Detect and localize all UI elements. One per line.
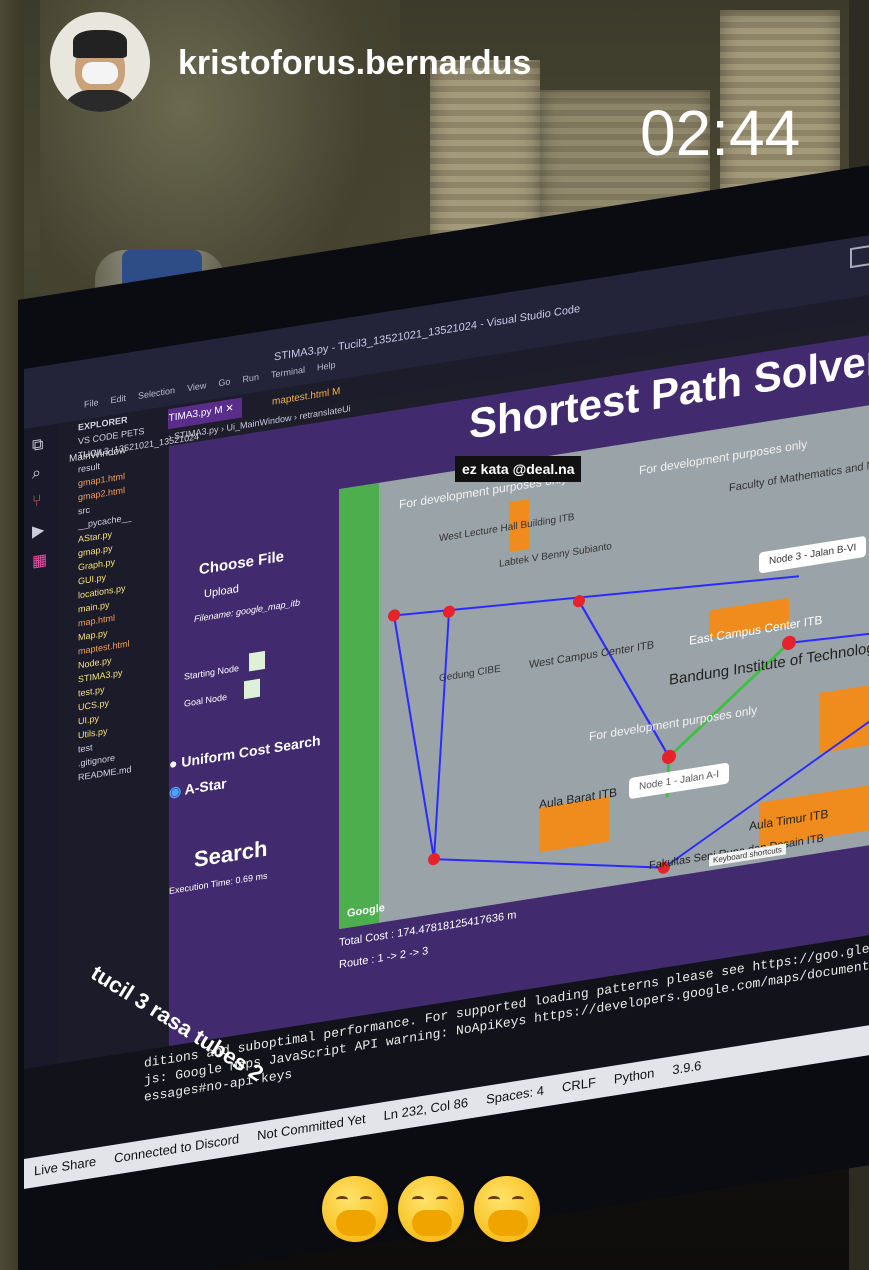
starting-node-label: Starting Node — [184, 662, 240, 682]
menu-item[interactable]: File — [84, 397, 99, 409]
starting-node-input[interactable] — [249, 650, 265, 672]
graph-edge — [578, 600, 670, 758]
files-icon[interactable]: ⧉ — [32, 435, 50, 456]
close-icon[interactable]: ✕ — [225, 403, 233, 415]
run-debug-icon[interactable]: ▶ — [32, 519, 50, 542]
mention-sticker[interactable]: ez kata @deal.na — [455, 456, 582, 482]
status-item[interactable]: CRLF — [562, 1074, 596, 1094]
ucs-radio[interactable]: ● Uniform Cost Search — [169, 732, 321, 772]
story-time: 02:44 — [640, 97, 801, 169]
goal-node-input[interactable] — [244, 678, 260, 700]
hair — [73, 30, 127, 58]
google-map[interactable]: For development purposes only For develo… — [339, 400, 869, 930]
hand-over-mouth-emoji — [398, 1176, 464, 1242]
menu-item[interactable]: Run — [242, 372, 259, 385]
node-marker — [782, 635, 796, 650]
shirt — [60, 90, 140, 112]
ucs-label: Uniform Cost Search — [181, 732, 321, 771]
node-marker — [443, 605, 455, 618]
extensions-icon[interactable]: ▦ — [32, 549, 50, 572]
status-item[interactable]: 3.9.6 — [672, 1058, 701, 1078]
menu-item[interactable]: Help — [317, 360, 336, 373]
monitor: STIMA3.py - Tucil3_13521021_13521024 - V… — [18, 160, 869, 1270]
menu-item[interactable]: Edit — [111, 393, 127, 405]
search-icon[interactable]: ⌕ — [32, 463, 50, 484]
node-marker — [428, 853, 440, 866]
status-item[interactable]: Live Share — [34, 1154, 96, 1179]
goal-node-label: Goal Node — [184, 691, 228, 709]
search-button[interactable]: Search — [194, 836, 267, 874]
node-marker — [573, 595, 585, 608]
execution-time: Execution Time: 0.69 ms — [169, 870, 268, 897]
status-item[interactable]: Ln 232, Col 86 — [384, 1095, 469, 1123]
activity-bar: ⧉ ⌕ ⑂ ▶ ▦ — [24, 423, 58, 1150]
node-marker — [388, 609, 400, 622]
graph-edge — [433, 611, 450, 860]
explorer-sidebar: EXPLORER VS CODE PETS TUCIL3_13521021_13… — [58, 406, 199, 1144]
hand-over-mouth-emoji — [474, 1176, 540, 1242]
astar-radio[interactable]: ◉ A-Star — [169, 775, 227, 801]
choose-file-label: Choose File — [199, 547, 285, 579]
radio-selected-icon: ◉ — [169, 782, 182, 801]
menu-item[interactable]: Selection — [138, 385, 175, 401]
hand-over-mouth-emoji — [322, 1176, 388, 1242]
upload-button[interactable]: Upload — [204, 583, 239, 601]
source-control-icon[interactable]: ⑂ — [32, 491, 50, 512]
layout-toggle-icon[interactable] — [850, 244, 869, 269]
vscode-window: STIMA3.py - Tucil3_13521021_13521024 - V… — [24, 229, 869, 1190]
status-item[interactable]: Spaces: 4 — [486, 1083, 544, 1107]
tab-label: STIMA3.py M — [162, 404, 223, 426]
photo-scene: STIMA3.py - Tucil3_13521021_13521024 - V… — [0, 0, 869, 1270]
menu-item[interactable]: Go — [218, 376, 230, 388]
pyqt-app-window: MainWindow Shortest Path Solver Choose F… — [69, 328, 869, 1047]
graph-edge — [393, 615, 435, 860]
node-marker — [662, 749, 676, 764]
tab-label: maptest.html M — [272, 385, 341, 408]
astar-label: A-Star — [184, 774, 227, 798]
graph-edge — [433, 858, 665, 869]
filename-label: Filename: google_map_itb — [194, 597, 301, 625]
status-item[interactable]: Python — [614, 1065, 654, 1086]
file-tree: result gmap1.html gmap2.html src __pycache__… — [58, 448, 168, 787]
avatar[interactable] — [50, 12, 150, 112]
menu-item[interactable]: Terminal — [271, 365, 305, 380]
username[interactable]: kristoforus.bernardus — [178, 44, 531, 83]
face-mask — [82, 62, 118, 84]
route-label: Route : 1 -> 2 -> 3 — [339, 945, 429, 972]
menu-item[interactable]: View — [187, 380, 206, 393]
